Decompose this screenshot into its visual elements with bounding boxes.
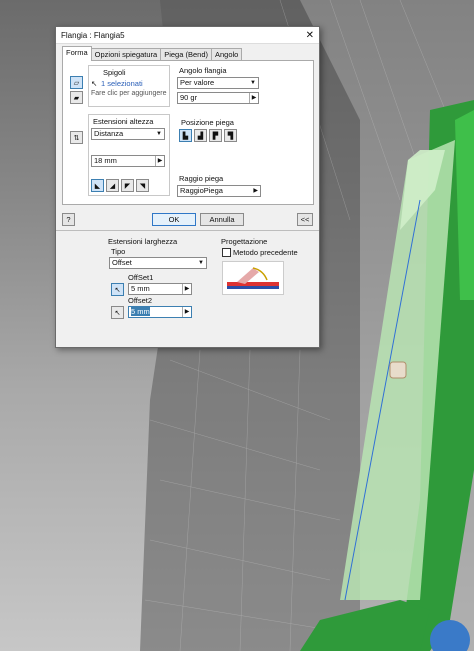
altezza-value: 18 mm — [94, 156, 117, 165]
chevron-right-icon: ▶ — [253, 188, 258, 194]
raggio-piega-value: RaggioPiega — [180, 186, 223, 195]
offset2-select-icon[interactable]: ↖ — [111, 306, 124, 319]
flange-dialog: Flangia : Flangia5 ✕ Forma Opzioni spieg… — [55, 26, 320, 348]
offset1-value: 5 mm — [131, 284, 150, 293]
height-datum-1-icon[interactable]: ◣ — [91, 179, 104, 192]
height-datum-2-icon[interactable]: ◢ — [106, 179, 119, 192]
chevron-right-icon[interactable]: ▶ — [182, 284, 191, 294]
tab-forma[interactable]: Forma — [62, 46, 92, 61]
offset1-select-icon[interactable]: ↖ — [111, 283, 124, 296]
chevron-down-icon: ▼ — [250, 80, 256, 86]
altezza-mode-select[interactable]: Distanza ▼ — [91, 128, 165, 140]
metodo-precedente-label: Metodo precedente — [233, 248, 298, 257]
bend-position-1-icon[interactable]: ▙ — [179, 129, 192, 142]
cancel-button[interactable]: Annulla — [200, 213, 244, 226]
spigoli-title: Spigoli — [103, 68, 126, 77]
angolo-mode-select[interactable]: Per valore ▼ — [177, 77, 259, 89]
chevron-right-icon[interactable]: ▶ — [155, 156, 164, 166]
altezza-value-input[interactable]: 18 mm ▶ — [91, 155, 165, 167]
dialog-titlebar[interactable]: Flangia : Flangia5 ✕ — [56, 27, 319, 44]
metodo-precedente-checkbox[interactable] — [222, 248, 231, 257]
estensioni-altezza-title: Estensioni altezza — [93, 117, 154, 126]
close-icon[interactable]: ✕ — [306, 30, 314, 41]
raggio-piega-select[interactable]: RaggioPiega ▶ — [177, 185, 261, 197]
raggio-piega-title: Raggio piega — [179, 174, 224, 183]
help-button[interactable]: ? — [62, 213, 75, 226]
angolo-value-input[interactable]: 90 gr ▶ — [177, 92, 259, 104]
angolo-mode-value: Per valore — [180, 78, 215, 87]
offset2-label: Offset2 — [128, 296, 153, 305]
chevron-right-icon[interactable]: ▶ — [182, 307, 191, 317]
bend-position-4-icon[interactable]: ▜ — [224, 129, 237, 142]
edge-select-icon[interactable]: ▱ — [70, 76, 83, 89]
offset1-input[interactable]: 5 mm ▶ — [128, 283, 192, 295]
divider — [56, 230, 319, 231]
loop-select-icon[interactable]: ▰ — [70, 91, 83, 104]
offset1-label: OffSet1 — [128, 273, 154, 282]
spigoli-selected: 1 selezionati — [101, 79, 143, 88]
ok-button[interactable]: OK — [152, 213, 196, 226]
estensioni-larghezza-title: Estensioni larghezza — [108, 237, 178, 246]
cursor-icon: ↖ — [91, 79, 98, 88]
angolo-flangia-title: Angolo flangia — [179, 66, 227, 75]
dialog-title: Flangia : Flangia5 — [61, 30, 125, 40]
chevron-down-icon: ▼ — [198, 260, 204, 266]
collapse-button[interactable]: << — [297, 213, 313, 226]
tipo-select[interactable]: Offset ▼ — [109, 257, 207, 269]
tipo-value: Offset — [112, 258, 132, 267]
spigoli-hint: Fare clic per aggiungere — [91, 90, 167, 97]
bend-position-3-icon[interactable]: ▛ — [209, 129, 222, 142]
altezza-mode-value: Distanza — [94, 129, 124, 138]
bend-position-2-icon[interactable]: ▟ — [194, 129, 207, 142]
forma-panel: ▱ ▰ Spigoli ↖ 1 selezionati Fare clic pe… — [62, 60, 314, 205]
bend-diagram-graphic — [227, 267, 279, 289]
flip-direction-icon[interactable]: ⇅ — [70, 131, 83, 144]
height-datum-4-icon[interactable]: ◥ — [136, 179, 149, 192]
angolo-value: 90 gr — [180, 93, 198, 102]
tipo-label: Tipo — [111, 247, 126, 256]
chevron-down-icon: ▼ — [156, 131, 162, 137]
posizione-piega-title: Posizione piega — [181, 118, 234, 127]
spigoli-group[interactable]: Spigoli ↖ 1 selezionati Fare clic per ag… — [88, 65, 170, 107]
chevron-right-icon[interactable]: ▶ — [249, 93, 258, 103]
bend-preview-image — [222, 261, 284, 295]
offset2-input[interactable]: 5 mm ▶ — [128, 306, 192, 318]
estensioni-altezza-group: Estensioni altezza Distanza ▼ 18 mm ▶ ◣ ◢ … — [88, 114, 170, 196]
progettazione-title: Progettazione — [221, 237, 268, 246]
height-datum-3-icon[interactable]: ◤ — [121, 179, 134, 192]
offset2-value: 5 mm — [131, 307, 150, 316]
